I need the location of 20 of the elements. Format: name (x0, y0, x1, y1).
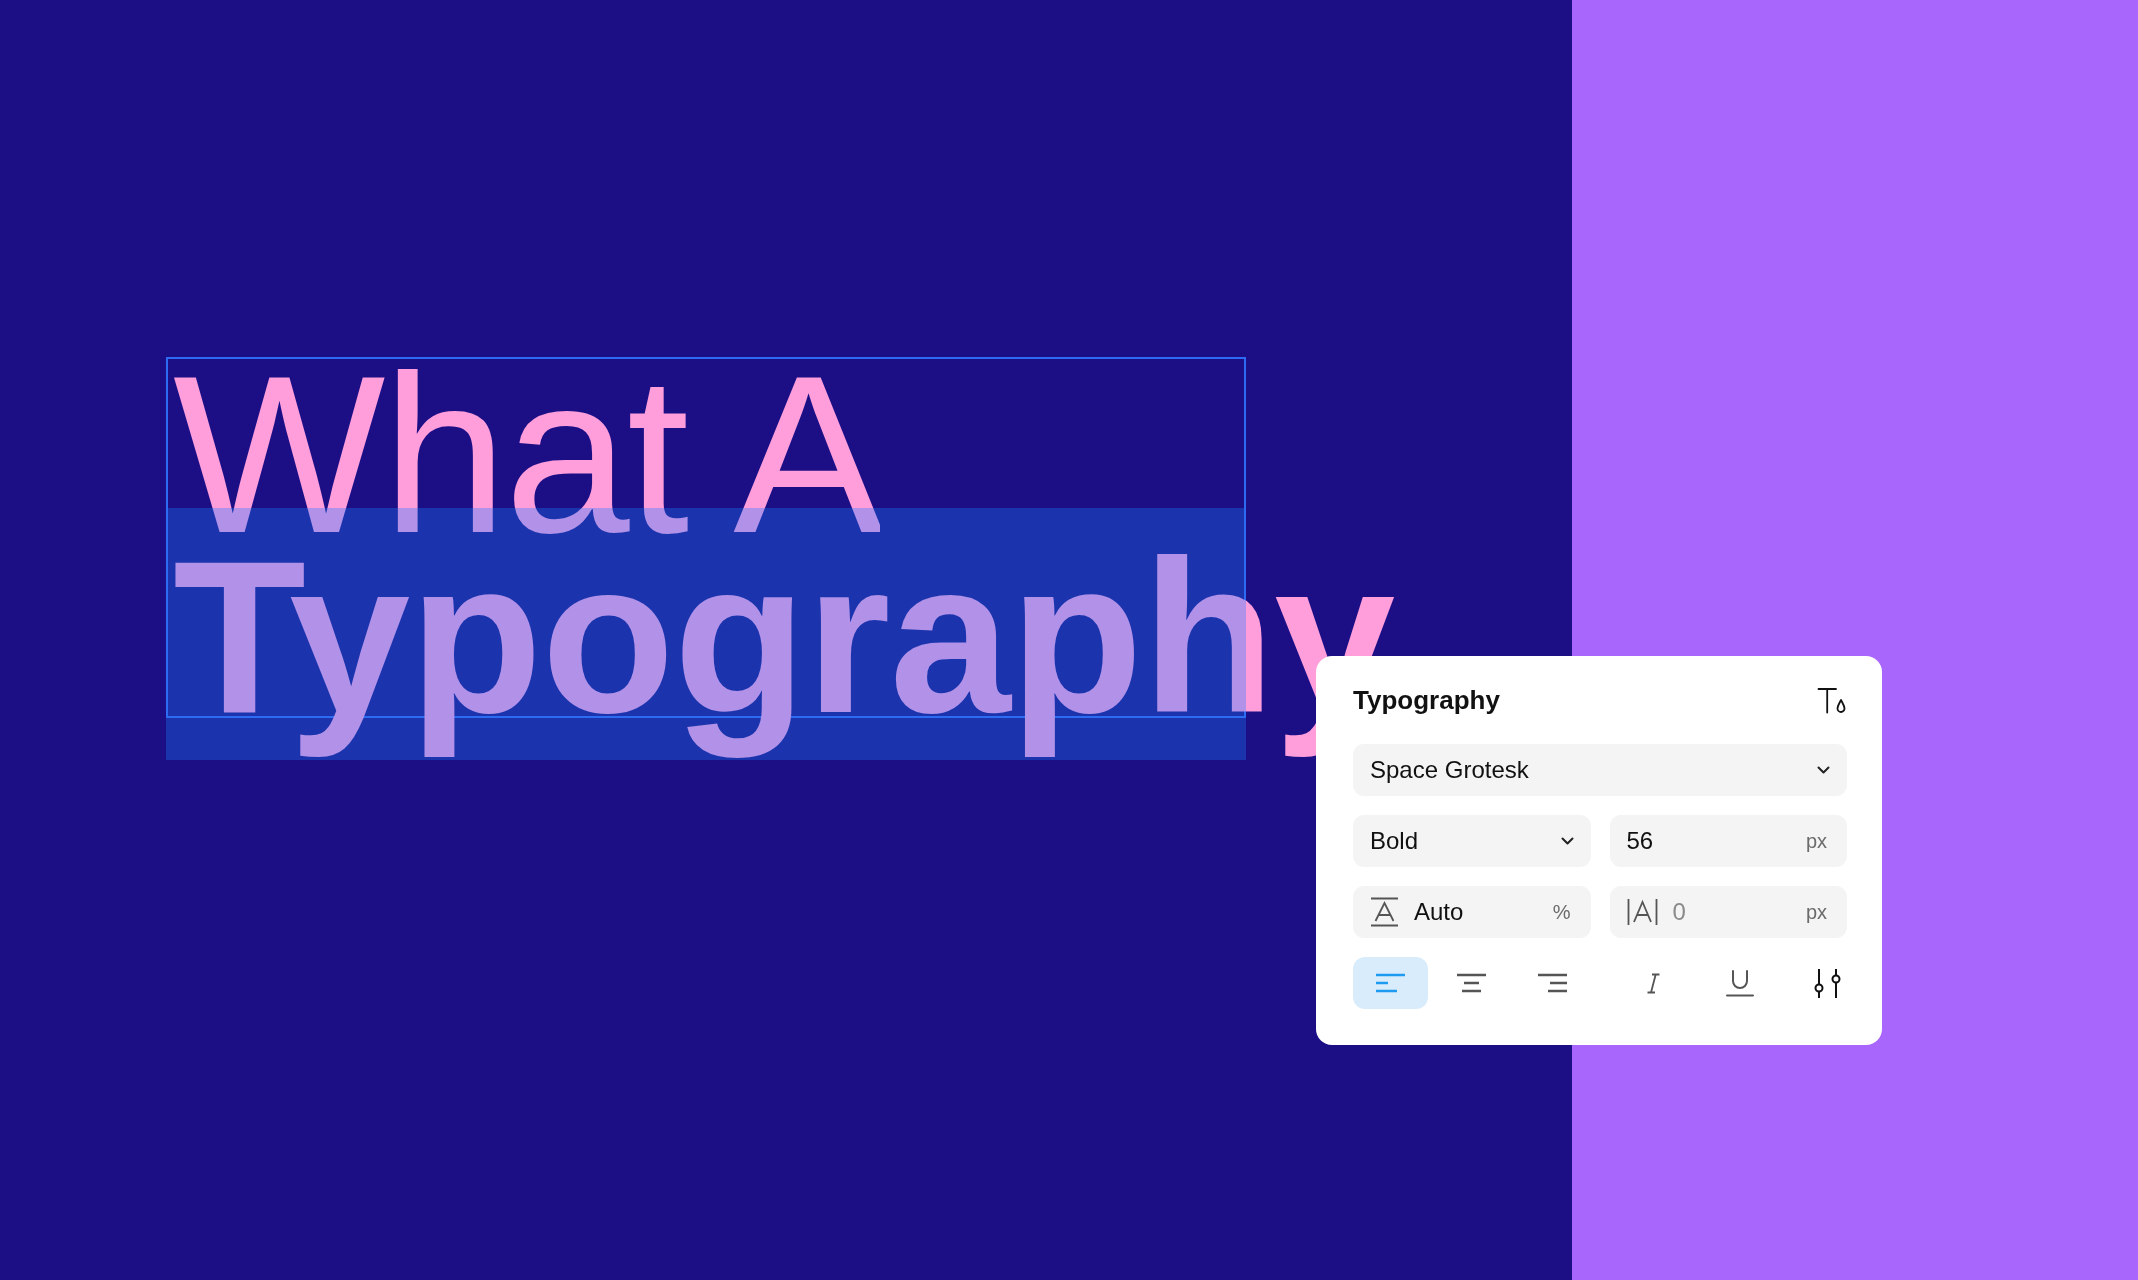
line-height-field[interactable]: Auto % (1353, 886, 1591, 938)
unit-label: px (1805, 829, 1827, 853)
line-height-icon (1370, 897, 1399, 927)
chevron-icon (1560, 837, 1574, 845)
letter-spacing-icon (1626, 897, 1658, 927)
italic-icon (1646, 972, 1660, 994)
sliders-icon (1812, 967, 1842, 999)
font-weight-dropdown[interactable]: Bold (1353, 815, 1591, 867)
unit-label: px (1805, 900, 1827, 924)
underline-icon (1726, 969, 1754, 997)
align-left-button[interactable] (1353, 957, 1428, 1009)
align-right-icon (1537, 973, 1568, 993)
text-drop-icon[interactable] (1817, 686, 1847, 714)
chevron-icon (1817, 766, 1830, 774)
font-size-field[interactable]: 56 px (1609, 815, 1847, 867)
align-left-icon (1375, 973, 1406, 993)
letter-spacing-field[interactable]: 0 px (1609, 886, 1847, 938)
font-family-dropdown[interactable]: Space Grotesk (1353, 744, 1847, 796)
unit-label: % (1552, 900, 1571, 924)
align-center-icon (1456, 973, 1487, 993)
